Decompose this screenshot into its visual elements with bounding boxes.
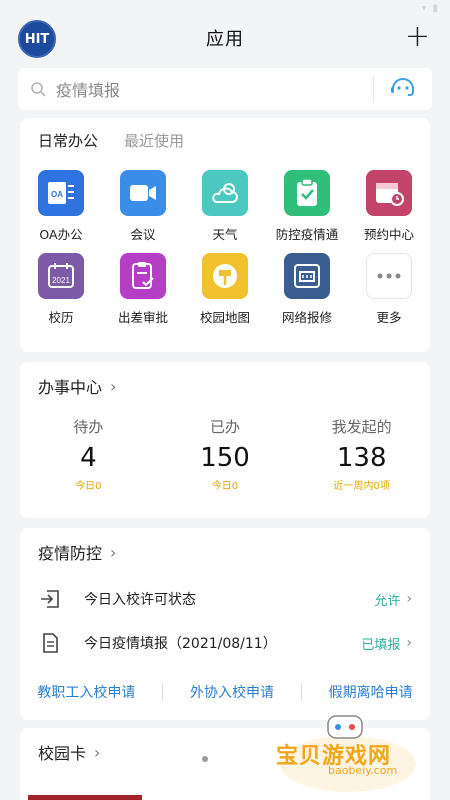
svg-text:OA: OA: [51, 190, 63, 199]
login-icon: [41, 590, 59, 608]
approval-icon: [120, 253, 166, 299]
application-links: 教职工入校申请 外协入校申请 假期离哈申请: [20, 682, 430, 702]
daily-report-row[interactable]: 今日疫情填报（2021/08/11） 已填报 ›: [38, 628, 412, 658]
app-label: 更多: [376, 310, 402, 325]
app-campus-map[interactable]: 校园地图: [184, 253, 266, 326]
app-epidemic-pass[interactable]: 防控疫情通: [266, 170, 348, 243]
add-button[interactable]: +: [405, 22, 430, 52]
office-center-header[interactable]: 办事中心 ›: [20, 362, 430, 398]
app-label: 会议: [130, 227, 156, 242]
video-camera-icon: [120, 170, 166, 216]
row-text: 今日疫情填报（2021/08/11）: [84, 636, 277, 652]
watermark: 宝贝游戏网 baobeiy.com: [270, 712, 420, 800]
page-title: 应用: [206, 29, 244, 50]
chevron-right-icon: ›: [110, 376, 117, 396]
oa-icon: OA: [38, 170, 84, 216]
top-header: HIT 应用 +: [0, 16, 450, 60]
signal-icon: ▾: [421, 2, 427, 14]
campus-card-title: 校园卡: [38, 744, 87, 763]
chevron-right-icon: ›: [94, 742, 101, 762]
epidemic-card: 疫情防控 › 今日入校许可状态 允许 › 今日疫情填报（2021/08/11） …: [20, 528, 430, 720]
status-badge: 已填报: [361, 637, 401, 653]
search-input[interactable]: 疫情填报: [56, 77, 120, 101]
search-bar[interactable]: 疫情填报: [18, 68, 432, 110]
app-meeting[interactable]: 会议: [102, 170, 184, 243]
stat-sub: 近一周内0项: [333, 481, 390, 492]
map-sign-icon: [202, 253, 248, 299]
app-label: 出差审批: [117, 310, 168, 325]
battery-icon: ▮: [432, 2, 438, 14]
stat-label: 已办: [210, 418, 241, 436]
svg-text:2021: 2021: [52, 276, 70, 285]
search-divider: [373, 76, 374, 102]
document-icon: [43, 633, 58, 653]
office-center-card: 办事中心 › 待办 4 今日0 已办 150 今日0 我发起的 138 近一周内…: [20, 362, 430, 518]
staff-entry-application-link[interactable]: 教职工入校申请: [37, 682, 135, 702]
watermark-url: baobeiy.com: [328, 764, 398, 777]
stat-value: 150: [200, 443, 250, 473]
page-indicator-dot: [202, 756, 208, 762]
weather-icon: [202, 170, 248, 216]
app-label: 校园地图: [199, 310, 250, 325]
chevron-right-icon: ›: [406, 635, 412, 651]
app-label: 校历: [48, 310, 74, 325]
daily-tabs: 日常办公 最近使用: [20, 118, 430, 151]
hit-logo[interactable]: HIT: [18, 20, 56, 58]
stat-initiated[interactable]: 我发起的 138 近一周内0项: [293, 416, 430, 492]
app-label: OA办公: [39, 227, 83, 242]
epidemic-title: 疫情防控: [38, 544, 103, 563]
more-icon: [366, 253, 412, 299]
app-weather[interactable]: 天气: [184, 170, 266, 243]
stat-label: 我发起的: [331, 418, 392, 436]
chevron-right-icon: ›: [110, 542, 117, 562]
stat-todo[interactable]: 待办 4 今日0: [20, 416, 157, 492]
chevron-right-icon: ›: [406, 591, 412, 607]
app-network-repair[interactable]: 网络报修: [266, 253, 348, 326]
link-divider: [162, 683, 164, 701]
tab-daily-office[interactable]: 日常办公: [38, 130, 98, 151]
stat-sub: 今日0: [75, 481, 102, 492]
tab-recent[interactable]: 最近使用: [124, 130, 184, 151]
stat-done[interactable]: 已办 150 今日0: [157, 416, 294, 492]
search-icon: [31, 82, 46, 97]
stat-value: 138: [336, 443, 387, 473]
app-grid: OA OA办公 会议 天气 防控疫情通 预约中心 2021 校历 出差审批 校园…: [20, 170, 430, 326]
app-label: 网络报修: [281, 310, 332, 325]
office-stats: 待办 4 今日0 已办 150 今日0 我发起的 138 近一周内0项: [20, 416, 430, 492]
calendar-clock-icon: [366, 170, 412, 216]
network-icon: [284, 253, 330, 299]
app-label: 防控疫情通: [275, 227, 339, 242]
stat-sub: 今日0: [211, 481, 239, 492]
app-more[interactable]: 更多: [348, 253, 430, 326]
app-label: 天气: [212, 227, 238, 242]
entry-permit-row[interactable]: 今日入校许可状态 允许 ›: [38, 584, 412, 614]
link-divider: [300, 683, 302, 701]
app-label: 预约中心: [363, 227, 414, 242]
app-school-calendar[interactable]: 2021 校历: [20, 253, 102, 326]
external-entry-application-link[interactable]: 外协入校申请: [190, 682, 274, 702]
campus-card-image: [28, 795, 142, 800]
daily-office-card: 日常办公 最近使用 OA OA办公 会议 天气 防控疫情通 预约中心 2021 …: [20, 118, 430, 352]
app-travel-approval[interactable]: 出差审批: [102, 253, 184, 326]
row-text: 今日入校许可状态: [84, 592, 196, 608]
status-bar: ▾ ▮: [0, 0, 450, 16]
app-oa[interactable]: OA OA办公: [20, 170, 102, 243]
holiday-leave-application-link[interactable]: 假期离哈申请: [329, 682, 413, 702]
app-booking[interactable]: 预约中心: [348, 170, 430, 243]
stat-label: 待办: [73, 418, 104, 436]
stat-value: 4: [80, 443, 97, 473]
calendar-2021-icon: 2021: [38, 253, 84, 299]
epidemic-header[interactable]: 疫情防控 ›: [20, 528, 430, 564]
assistant-bot-icon[interactable]: [390, 77, 416, 101]
office-center-title: 办事中心: [38, 378, 103, 397]
clipboard-check-icon: [284, 170, 330, 216]
status-badge: 允许: [374, 593, 401, 609]
